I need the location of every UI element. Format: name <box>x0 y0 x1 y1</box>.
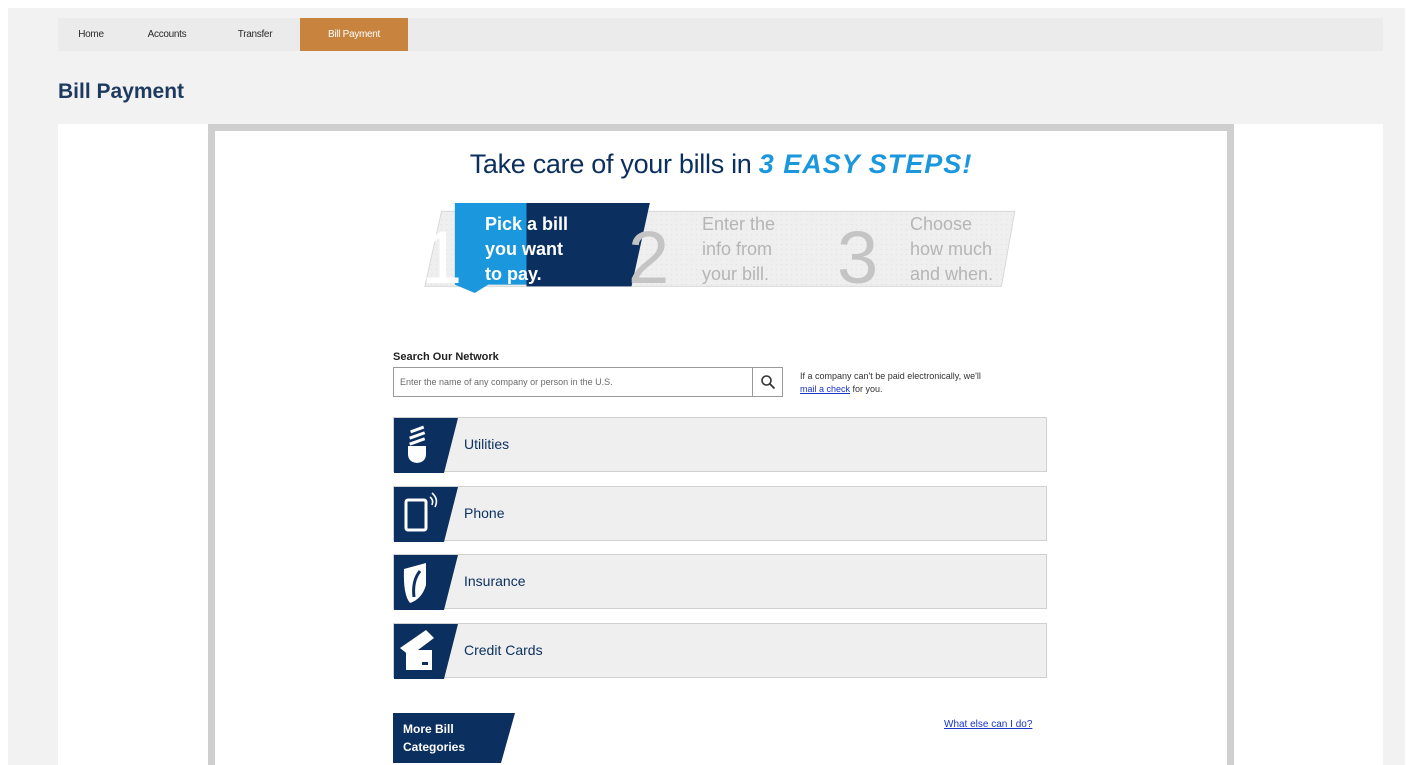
step-2-text: Enter the info from your bill. <box>702 214 776 284</box>
nav-accounts[interactable]: Accounts <box>124 18 210 51</box>
steps-banner: 1 Pick a bill you want to pay. 2 Enter t… <box>365 203 1083 311</box>
category-credit-cards[interactable]: Credit Cards <box>393 623 1047 679</box>
headline-text: Take care of your bills in <box>469 149 752 179</box>
what-else-link[interactable]: What else can I do? <box>944 719 1032 730</box>
step-3-number: 3 <box>837 216 879 299</box>
search-label: Search Our Network <box>393 351 499 363</box>
category-insurance[interactable]: Insurance <box>393 554 1047 610</box>
step-1-number: 1 <box>421 216 463 299</box>
category-label: Insurance <box>464 573 526 589</box>
page-background: Home Accounts Transfer Bill Payment Bill… <box>8 8 1405 765</box>
search-note: If a company can't be paid electronicall… <box>800 371 981 394</box>
search-icon <box>760 375 775 390</box>
smartphone-icon <box>394 487 458 542</box>
nav-transfer[interactable]: Transfer <box>210 18 300 51</box>
category-phone[interactable]: Phone <box>393 486 1047 542</box>
category-label: Utilities <box>464 436 510 452</box>
nav-home[interactable]: Home <box>58 18 124 51</box>
step-1-text: Pick a bill you want to pay. <box>485 214 569 284</box>
search-box <box>393 367 783 397</box>
search-input[interactable] <box>394 368 752 396</box>
nav-bill-payment[interactable]: Bill Payment <box>300 18 408 51</box>
step-2-number: 2 <box>628 216 670 299</box>
headline-accent: 3 EASY STEPS! <box>758 149 973 179</box>
credit-card-icon <box>394 624 458 679</box>
category-label: Phone <box>464 505 505 521</box>
page-title: Bill Payment <box>58 80 185 103</box>
bill-pay-panel: Take care of your bills in 3 EASY STEPS! <box>208 124 1234 765</box>
lightbulb-icon <box>394 418 458 473</box>
top-navigation: Home Accounts Transfer Bill Payment <box>58 18 1383 51</box>
search-button[interactable] <box>752 368 782 396</box>
category-utilities[interactable]: Utilities <box>393 417 1047 473</box>
more-button-label: More Bill Categories <box>403 722 466 754</box>
mail-check-link[interactable]: mail a check <box>800 384 850 394</box>
more-bill-categories-button[interactable]: More Bill Categories <box>393 713 515 763</box>
category-label: Credit Cards <box>464 642 543 658</box>
step-3-text: Choose how much and when. <box>910 214 994 284</box>
content-area: Take care of your bills in 3 EASY STEPS! <box>58 124 1383 765</box>
headline: Take care of your bills in 3 EASY STEPS! <box>215 149 1227 180</box>
shield-leaf-icon <box>394 555 458 610</box>
